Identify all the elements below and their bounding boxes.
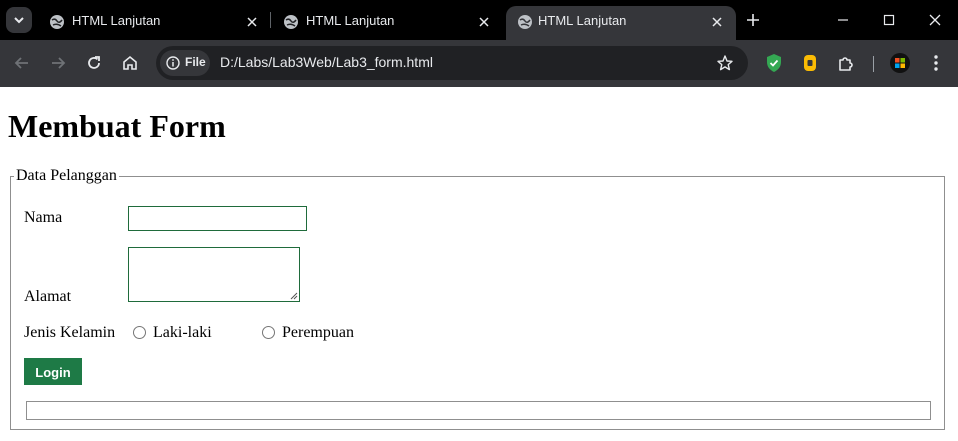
- radio-perempuan[interactable]: [262, 326, 275, 339]
- tab-2[interactable]: HTML Lanjutan: [272, 6, 502, 40]
- toolbar-separator: [873, 56, 874, 72]
- chevron-down-icon: [14, 17, 24, 24]
- tab-1[interactable]: HTML Lanjutan: [38, 6, 268, 40]
- close-icon[interactable]: [709, 14, 725, 30]
- radio-laki-laki[interactable]: [133, 326, 146, 339]
- gender-label: Jenis Kelamin: [24, 324, 116, 341]
- extension-yellow-icon[interactable]: [799, 52, 821, 74]
- alamat-label: Alamat: [24, 288, 72, 305]
- tab-title: HTML Lanjutan: [72, 13, 161, 28]
- login-button[interactable]: Login: [24, 358, 82, 385]
- close-icon[interactable]: [244, 14, 260, 30]
- home-icon[interactable]: [120, 53, 140, 73]
- page-content: Membuat Form Data Pelanggan Nama Alamat …: [0, 87, 958, 441]
- close-icon[interactable]: [476, 14, 492, 30]
- output-box[interactable]: [26, 401, 931, 420]
- tab-separator: [270, 12, 271, 28]
- minimize-icon[interactable]: [833, 10, 853, 30]
- globe-icon: [518, 15, 532, 29]
- info-icon: [166, 56, 180, 70]
- back-arrow-icon[interactable]: [12, 53, 32, 73]
- site-info-label: File: [185, 55, 206, 69]
- resize-grip-icon[interactable]: [290, 292, 298, 300]
- globe-icon: [284, 15, 298, 29]
- fieldset-legend: Data Pelanggan: [14, 167, 119, 185]
- address-bar[interactable]: File D:/Labs/Lab3Web/Lab3_form.html: [156, 46, 748, 80]
- extensions-puzzle-icon[interactable]: [835, 52, 857, 74]
- nama-label: Nama: [24, 209, 63, 226]
- close-window-icon[interactable]: [925, 10, 945, 30]
- tab-title: HTML Lanjutan: [306, 13, 395, 28]
- nama-input[interactable]: [128, 206, 307, 231]
- maximize-icon[interactable]: [879, 10, 899, 30]
- globe-icon: [50, 15, 64, 29]
- tab-strip: HTML Lanjutan HTML Lanjutan HTML Lanjuta…: [0, 0, 958, 40]
- page-heading: Membuat Form: [8, 108, 226, 144]
- radio-perempuan-label: Perempuan: [282, 324, 354, 341]
- bookmark-star-icon[interactable]: [716, 54, 734, 72]
- url-text[interactable]: D:/Labs/Lab3Web/Lab3_form.html: [220, 54, 433, 70]
- reload-icon[interactable]: [84, 53, 104, 73]
- forward-arrow-icon[interactable]: [48, 53, 68, 73]
- radio-laki-laki-label: Laki-laki: [153, 324, 212, 341]
- shield-extension-icon[interactable]: [763, 52, 785, 74]
- tab-search-button[interactable]: [6, 7, 32, 33]
- site-info-chip[interactable]: File: [160, 50, 210, 76]
- tab-3-active[interactable]: HTML Lanjutan: [506, 6, 736, 40]
- new-tab-icon[interactable]: [744, 11, 762, 29]
- alamat-textarea[interactable]: [128, 247, 300, 302]
- tab-title: HTML Lanjutan: [538, 13, 627, 28]
- profile-avatar-icon[interactable]: [889, 52, 911, 74]
- browser-toolbar: File D:/Labs/Lab3Web/Lab3_form.html: [0, 40, 958, 87]
- menu-dots-icon[interactable]: [925, 52, 947, 74]
